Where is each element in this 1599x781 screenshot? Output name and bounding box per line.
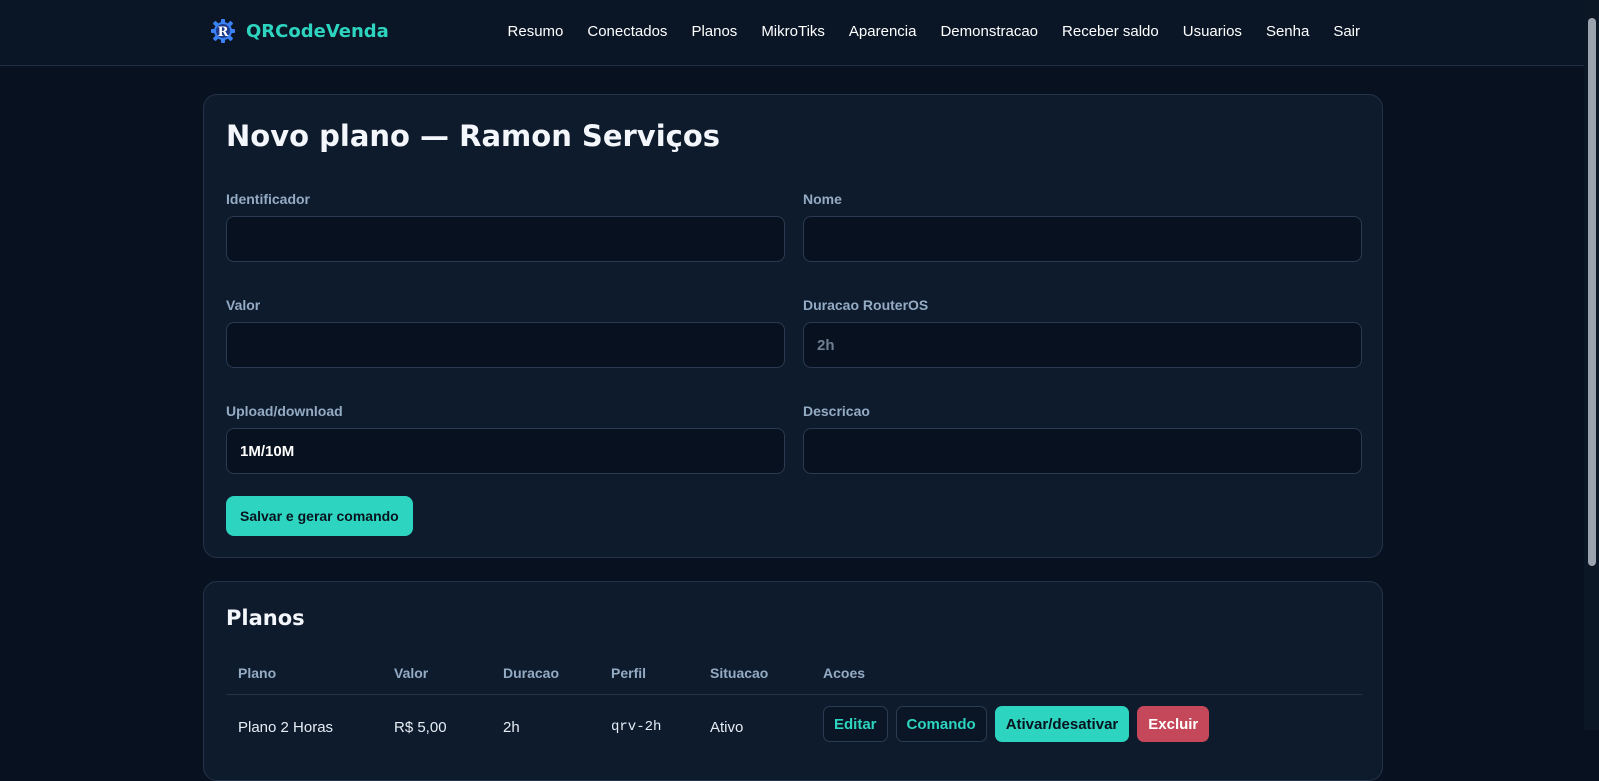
plans-card: Planos Plano Valor Duracao Perfil Situac… <box>203 581 1383 781</box>
column-header-valor: Valor <box>394 665 429 681</box>
brand[interactable]: R QRCodeVenda <box>210 18 389 44</box>
new-plan-card: Novo plano — Ramon Serviços Identificado… <box>203 94 1383 558</box>
duracao-label: Duracao RouterOS <box>803 297 929 313</box>
nav-item-sair[interactable]: Sair <box>1333 23 1360 40</box>
page-scrollbar[interactable] <box>1584 0 1599 730</box>
plan-profile-cell: qrv-2h <box>611 719 662 735</box>
upload-download-input[interactable] <box>226 428 785 474</box>
nav-item-aparencia[interactable]: Aparencia <box>849 23 917 40</box>
toggle-active-button[interactable]: Ativar/desativar <box>994 706 1130 742</box>
nav-item-conectados[interactable]: Conectados <box>587 23 667 40</box>
nav-item-planos[interactable]: Planos <box>691 23 737 40</box>
page-title: Novo plano — Ramon Serviços <box>226 119 721 153</box>
duracao-field: Duracao RouterOS <box>803 297 1362 368</box>
valor-label: Valor <box>226 297 261 313</box>
descricao-label: Descricao <box>803 403 870 419</box>
column-header-perfil: Perfil <box>611 665 647 681</box>
plan-value-cell: R$ 5,00 <box>394 719 447 736</box>
row-actions: Editar Comando Ativar/desativar Excluir <box>823 706 1210 742</box>
column-header-acoes: Acoes <box>823 665 866 681</box>
column-header-duracao: Duracao <box>503 665 560 681</box>
delete-button[interactable]: Excluir <box>1137 706 1210 742</box>
nav-item-senha[interactable]: Senha <box>1266 23 1309 40</box>
top-navbar: R QRCodeVenda Resumo Conectados Planos M… <box>0 0 1584 66</box>
duracao-input[interactable] <box>803 322 1362 368</box>
column-header-plano: Plano <box>238 665 277 681</box>
command-button[interactable]: Comando <box>895 706 987 742</box>
table-row: Plano 2 Horas R$ 5,00 2h qrv-2h Ativo Ed… <box>226 706 1362 746</box>
nome-field: Nome <box>803 191 1362 262</box>
nome-label: Nome <box>803 191 842 207</box>
nav-item-receber-saldo[interactable]: Receber saldo <box>1062 23 1159 40</box>
plan-status-cell: Ativo <box>710 719 744 736</box>
main-nav: Resumo Conectados Planos MikroTiks Apare… <box>508 23 1360 40</box>
column-header-situacao: Situacao <box>710 665 769 681</box>
scrollbar-thumb[interactable] <box>1588 18 1596 566</box>
identificador-label: Identificador <box>226 191 311 207</box>
valor-input[interactable] <box>226 322 785 368</box>
gear-r-logo-icon: R <box>210 18 236 44</box>
save-and-generate-button[interactable]: Salvar e gerar comando <box>226 496 413 536</box>
identificador-input[interactable] <box>226 216 785 262</box>
plan-duration-cell: 2h <box>503 719 520 736</box>
upload-download-field: Upload/download <box>226 403 785 474</box>
plans-table-header: Plano Valor Duracao Perfil Situacao Acoe… <box>226 665 1362 695</box>
nome-input[interactable] <box>803 216 1362 262</box>
nav-item-mikrotiks[interactable]: MikroTiks <box>761 23 825 40</box>
valor-field: Valor <box>226 297 785 368</box>
upload-download-label: Upload/download <box>226 403 343 419</box>
identificador-field: Identificador <box>226 191 785 262</box>
brand-name[interactable]: QRCodeVenda <box>246 21 389 42</box>
edit-button[interactable]: Editar <box>823 706 888 742</box>
plan-name-cell: Plano 2 Horas <box>238 719 334 736</box>
descricao-input[interactable] <box>803 428 1362 474</box>
descricao-field: Descricao <box>803 403 1362 474</box>
nav-item-resumo[interactable]: Resumo <box>508 23 564 40</box>
plans-title: Planos <box>226 606 305 630</box>
nav-item-demonstracao[interactable]: Demonstracao <box>940 23 1038 40</box>
nav-item-usuarios[interactable]: Usuarios <box>1183 23 1242 40</box>
logo-letter: R <box>218 25 229 40</box>
